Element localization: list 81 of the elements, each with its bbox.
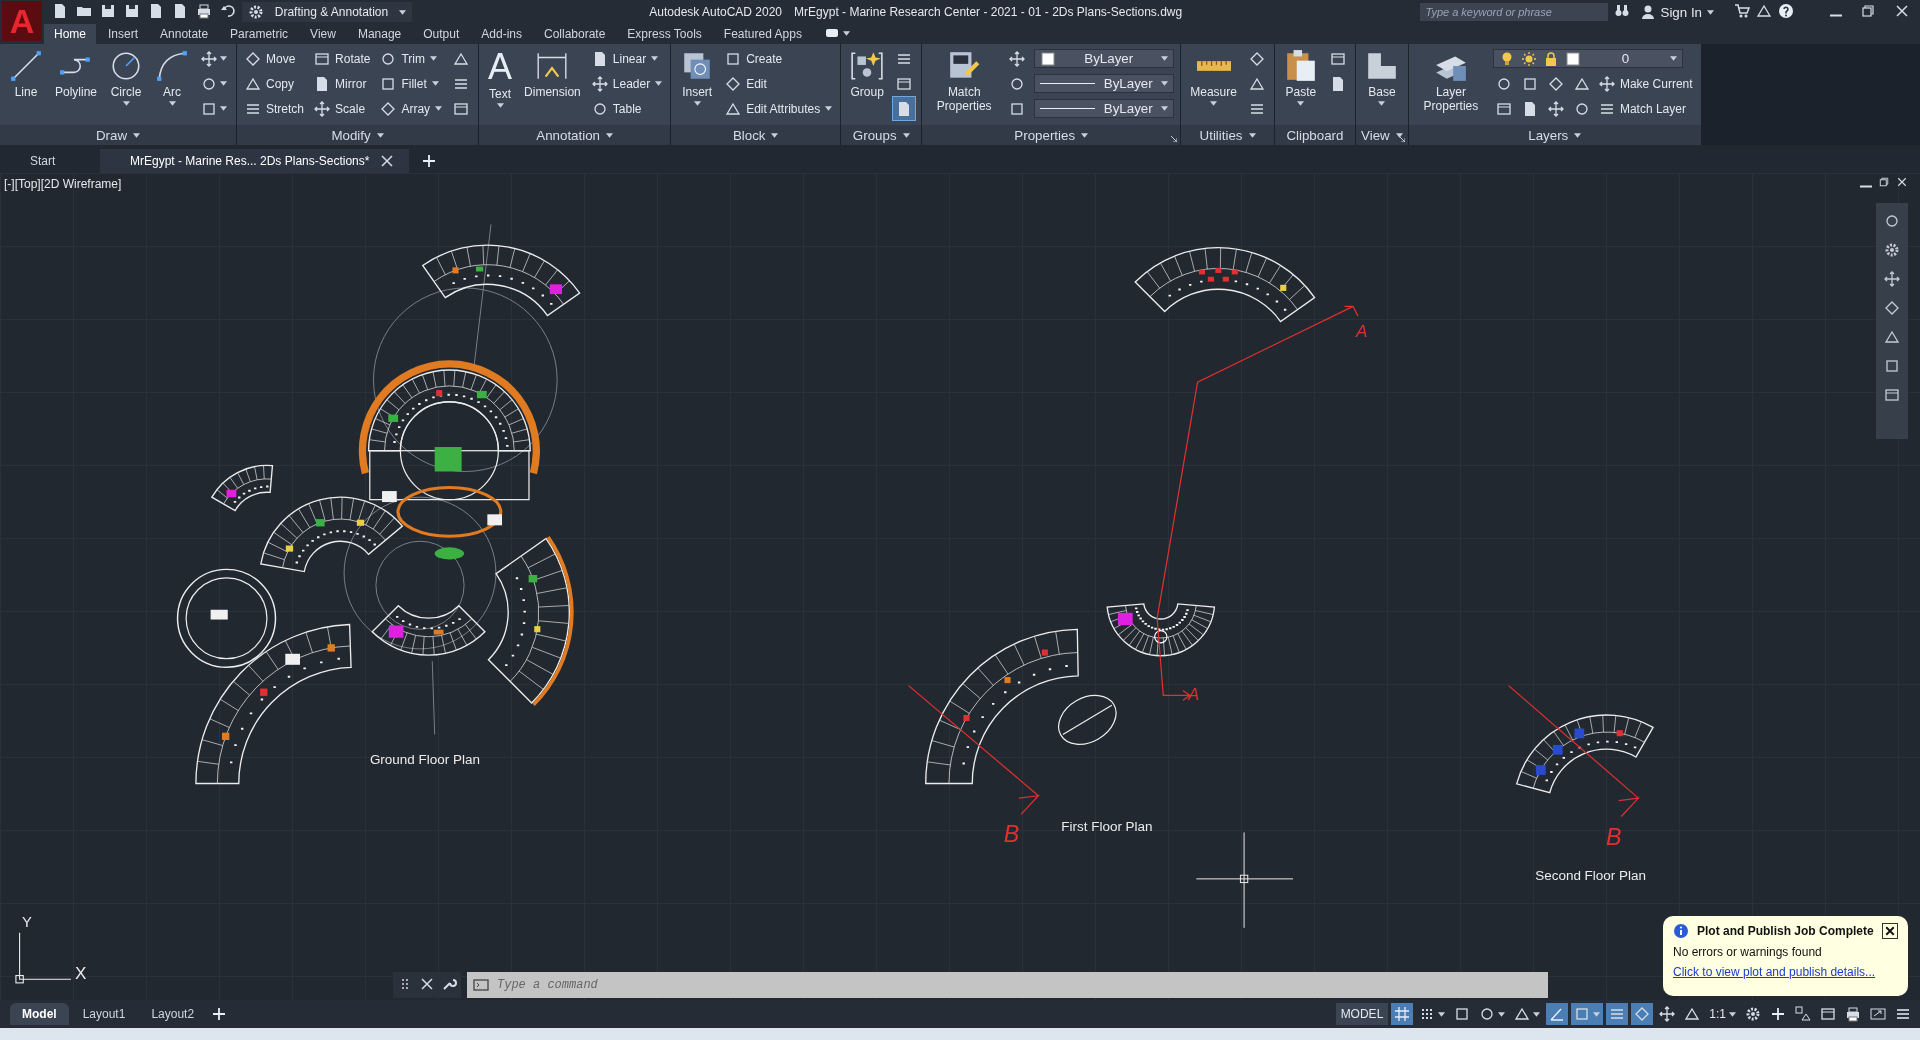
plan-title: Ground Floor Plan [369, 751, 480, 767]
ribbon-tool-button[interactable]: Base [1361, 47, 1402, 108]
workspace-dropdown[interactable]: Drafting & Annotation [242, 2, 412, 22]
ribbon-tool-button[interactable]: Layer Properties [1414, 47, 1487, 115]
ribbon-tool-button[interactable]: Group [847, 47, 888, 101]
ribbon-tool-button[interactable]: Measure [1187, 47, 1240, 108]
ribbon-tool-button[interactable]: Edit [723, 72, 769, 95]
panel-title-button[interactable]: Annotation [479, 125, 671, 145]
ribbon-tab[interactable]: Home [44, 24, 96, 44]
panel-title-button[interactable]: Modify [237, 125, 479, 145]
panel-title-button[interactable]: View [1355, 125, 1408, 145]
ribbon-tool-button[interactable]: Arc [152, 47, 193, 108]
layout-tab[interactable]: Layout1 [70, 1003, 138, 1025]
color-dropdown[interactable]: ByLayer [1034, 49, 1175, 68]
ribbon-tool-button[interactable]: Table [589, 97, 644, 120]
section-letter: A [1355, 320, 1368, 341]
ribbon-tool-button[interactable]: Insert [677, 47, 718, 108]
ribbon-tool-button[interactable]: Mirror [312, 72, 369, 95]
ribbon-tool-button[interactable]: Match Layer [1596, 97, 1688, 120]
ribbon-tab[interactable]: Annotate [150, 24, 219, 44]
panel-title-button[interactable]: Layers [1408, 125, 1701, 145]
panel-title-button[interactable]: Groups [841, 125, 922, 145]
ribbon-tool-button[interactable]: Line [6, 47, 46, 101]
ribbon-tool-button[interactable]: Rotate [312, 47, 373, 70]
ribbon-tool-button[interactable]: Circle [106, 47, 147, 108]
ribbon-tool-button[interactable]: Create [723, 47, 785, 70]
sign-in-button[interactable]: Sign In [1639, 4, 1714, 20]
file-title: MrEgypt - Marine Research Center - 2021 - 01 - 2Ds Plans-Sections.dwg [794, 5, 1183, 19]
section-letter: B [1003, 821, 1020, 848]
ribbon-tool-button[interactable]: A Text [485, 47, 516, 110]
ribbon-tool-button[interactable]: Stretch [243, 97, 307, 120]
ribbon-tab[interactable]: Output [413, 24, 470, 44]
ribbon-tool-button[interactable]: Paste [1280, 47, 1321, 108]
ribbon-tab[interactable]: Collaborate [534, 24, 616, 44]
layout-tab[interactable]: Model [10, 1003, 69, 1025]
ribbon-tool-button[interactable]: Copy [243, 72, 297, 95]
text-tool-glyph: A [488, 49, 513, 85]
ribbon-tab[interactable]: Parametric [220, 24, 299, 44]
layout-tab[interactable]: Layout2 [139, 1003, 207, 1025]
ribbon-tool-button[interactable]: Fillet [378, 72, 441, 95]
ribbon-tab[interactable]: Manage [347, 24, 412, 44]
line-style-dropdown[interactable]: ByLayer [1034, 74, 1175, 93]
search-field[interactable]: Type a keyword or phrase [1419, 3, 1608, 21]
notification-message: No errors or warnings found [1673, 945, 1823, 959]
panel-title-button[interactable]: Draw [0, 125, 237, 145]
line-style-dropdown[interactable]: ByLayer [1034, 99, 1175, 118]
ribbon-tool-button[interactable]: Polyline [52, 47, 101, 101]
axis-label: X [75, 963, 87, 984]
ribbon-tool-button[interactable]: Array [378, 97, 445, 120]
annotation-scale-button[interactable]: 1:1 [1706, 1003, 1739, 1025]
ribbon-tool-button[interactable]: Move [243, 47, 298, 70]
axis-label: Y [22, 913, 32, 930]
app-title: Autodesk AutoCAD 2020 [649, 5, 783, 19]
ribbon-tab[interactable]: Insert [98, 24, 149, 44]
model-space-button[interactable]: MODEL [1335, 1003, 1389, 1025]
notification-title: Plot and Publish Job Complete [1697, 924, 1874, 938]
ribbon-tool-button[interactable]: Scale [312, 97, 368, 120]
panel-title-button[interactable]: Utilities [1181, 125, 1274, 145]
details-link[interactable]: Click to view plot and publish details... [1673, 965, 1898, 979]
ribbon-tool-button[interactable]: Trim [378, 47, 439, 70]
ribbon-tool-button[interactable]: Linear [589, 47, 661, 70]
plan-title: First Floor Plan [1061, 819, 1153, 835]
section-letter: B [1606, 823, 1622, 850]
ribbon-tab[interactable]: Add-ins [471, 24, 532, 44]
ribbon-tab[interactable]: Express Tools [617, 24, 712, 44]
layer-dropdown[interactable]: 0 [1492, 49, 1683, 68]
ribbon-tool-button[interactable]: Dimension [521, 47, 584, 101]
section-letter: A [1188, 686, 1200, 704]
ribbon-tab[interactable]: View [300, 24, 346, 44]
ribbon-tool-button[interactable]: Match Properties [928, 47, 1001, 115]
document-tab[interactable]: Start [0, 149, 100, 173]
panel-title-button[interactable]: Properties [922, 125, 1181, 145]
panel-title-button[interactable]: Clipboard [1274, 125, 1355, 145]
ribbon-tool-button[interactable]: Make Current [1596, 72, 1695, 95]
ribbon-tool-button[interactable]: Edit Attributes [723, 97, 835, 120]
plan-title: Second Floor Plan [1535, 868, 1646, 884]
ribbon-tool-button[interactable]: Leader [589, 72, 665, 95]
panel-title-button[interactable]: Block [671, 125, 841, 145]
ribbon-tab[interactable]: Featured Apps [713, 24, 812, 44]
viewport-controls[interactable]: [-][Top][2D Wireframe] [4, 177, 122, 191]
document-tab[interactable]: MrEgypt - Marine Res... 2Ds Plans-Sections* [100, 149, 410, 173]
